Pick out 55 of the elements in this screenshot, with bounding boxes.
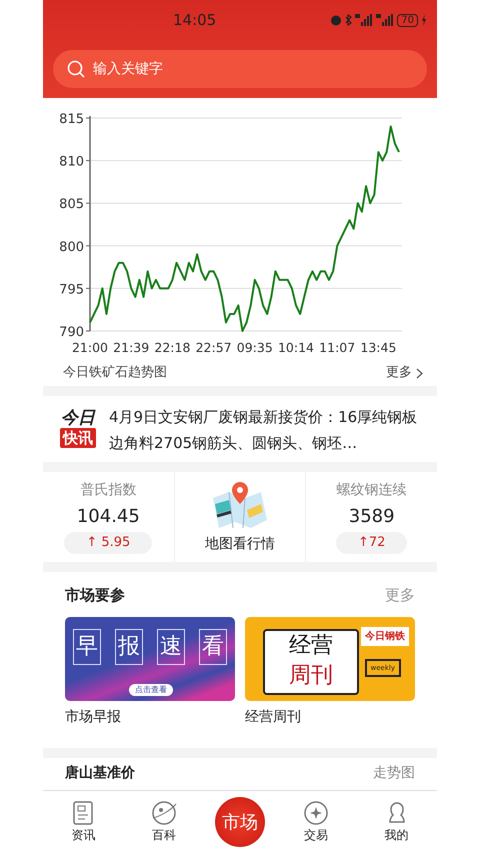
flash-badge-title: 今日	[61, 408, 95, 428]
chevron-right-icon	[416, 368, 423, 378]
quote-label: 螺纹钢连续	[336, 481, 407, 500]
y-tick-label: 815	[59, 112, 84, 127]
x-tick-label: 21:00	[72, 340, 108, 355]
search-icon	[67, 60, 85, 78]
chart-caption: 今日铁矿石趋势图	[63, 364, 167, 382]
quote-change: ↑ 5.95	[64, 532, 152, 554]
price-row-title: 唐山基准价	[65, 764, 135, 782]
x-tick-label: 22:57	[196, 340, 232, 355]
x-tick-label: 10:14	[278, 340, 314, 355]
y-tick-label: 810	[59, 154, 84, 170]
signal-icon	[376, 14, 394, 26]
trend-link[interactable]: 走势图	[373, 764, 415, 782]
quote-value: 104.45	[76, 505, 140, 530]
nav-tab[interactable]: 我的	[366, 800, 427, 844]
card-caption[interactable]: 市场早报	[65, 706, 235, 728]
y-tick-label: 805	[59, 197, 84, 212]
morning-report-banner[interactable]: 早 报 速 看 点击查看	[65, 616, 235, 700]
quote-label: 普氏指数	[80, 481, 136, 500]
battery-level: 70	[397, 14, 418, 26]
y-tick-label: 800	[59, 240, 84, 255]
banner-character: 早	[73, 628, 101, 664]
nav-tab[interactable]: 百科	[134, 800, 194, 844]
signal-icon	[355, 14, 374, 26]
search-field[interactable]: 输入关键字	[53, 50, 427, 88]
banner-character: 报	[115, 628, 143, 664]
flash-badge-label: 快讯	[60, 428, 96, 448]
news-headline[interactable]: 4月9日文安钢厂废钢最新接货价：16厚纯钢板边角料2705钢筋头、圆钢头、钢坯…	[109, 404, 427, 452]
x-tick-label: 21:39	[113, 340, 150, 355]
quote-value: 3589	[348, 505, 395, 530]
nav-tab[interactable]: 市场	[214, 797, 265, 847]
planet-icon	[151, 800, 178, 826]
charging-icon	[421, 14, 427, 26]
nav-tab[interactable]: 交易	[286, 800, 346, 844]
banner-title: 周刊	[288, 662, 334, 690]
banner-character: 速	[157, 628, 185, 664]
y-tick-label: 795	[59, 282, 84, 298]
nav-tab[interactable]: 资讯	[53, 800, 114, 844]
banner-character: 看	[199, 628, 227, 664]
x-tick-label: 13:45	[360, 340, 396, 355]
more-link[interactable]: 更多	[386, 363, 423, 383]
banner-button[interactable]: 点击查看	[129, 684, 173, 696]
card-caption[interactable]: 经营周刊	[245, 706, 415, 728]
status-time: 14:05	[173, 10, 216, 31]
x-tick-label: 11:07	[319, 340, 356, 355]
banner-title: 经营	[288, 632, 334, 660]
map-quotes-link[interactable]: 地图看行情	[205, 534, 275, 554]
y-tick-label: 790	[59, 325, 84, 340]
section-title: 市场要参	[65, 585, 125, 606]
quote-change: ↑72	[336, 532, 408, 554]
banner-tag: 今日钢铁	[361, 626, 409, 646]
bluetooth-icon	[345, 14, 352, 26]
x-tick-label: 22:18	[154, 340, 190, 355]
x-tick-label: 09:35	[236, 340, 273, 355]
